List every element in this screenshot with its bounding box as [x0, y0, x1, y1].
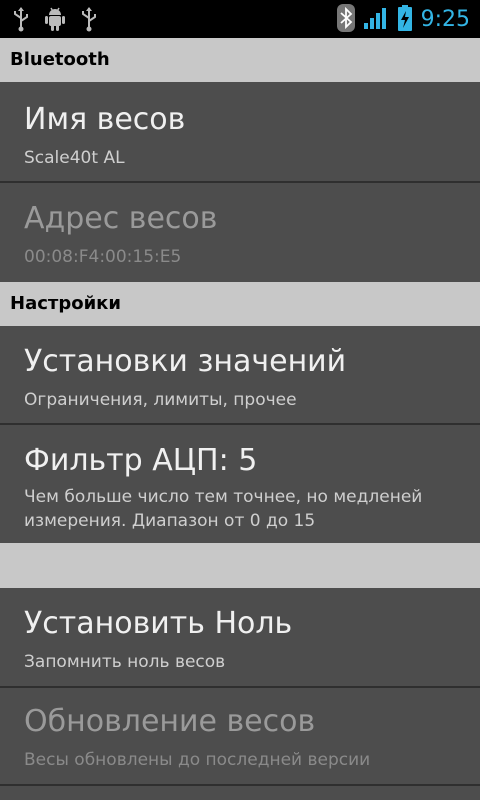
battery-charging-icon	[397, 4, 413, 36]
notification-icons	[12, 6, 98, 36]
pref-scale-name[interactable]: Имя весов Scale40t AL	[0, 82, 480, 182]
bluetooth-icon	[336, 4, 355, 36]
pref-set-zero[interactable]: Установить Ноль Запомнить ноль весов	[0, 588, 480, 686]
pref-title: Фильтр АЦП: 5	[24, 443, 258, 478]
pref-adc-filter[interactable]: Фильтр АЦП: 5 Чем больше число тем точне…	[0, 425, 480, 543]
pref-scale-address: Адрес весов 00:08:F4:00:15:E5	[0, 183, 480, 281]
android-debug-icon	[44, 6, 66, 36]
pref-title: Имя весов	[24, 102, 186, 137]
status-bar: 9:25	[0, 0, 480, 38]
pref-update-scale: Обновление весов Весы обновлены до после…	[0, 688, 480, 784]
system-icons: 9:25	[336, 4, 470, 36]
pref-value-settings[interactable]: Установки значений Ограничения, лимиты, …	[0, 326, 480, 424]
pref-summary: Весы обновлены до последней версии	[24, 750, 371, 770]
section-header-bluetooth: Bluetooth	[0, 38, 480, 82]
pref-summary: Scale40t AL	[24, 148, 125, 168]
pref-summary: Ограничения, лимиты, прочее	[24, 390, 297, 410]
pref-summary: Чем больше число тем точнее, но медленей…	[24, 487, 423, 531]
pref-title: Установки значений	[24, 344, 347, 379]
pref-summary: 00:08:F4:00:15:E5	[24, 247, 182, 267]
pref-title: Адрес весов	[24, 201, 218, 236]
section-header-settings: Настройки	[0, 282, 480, 326]
divider	[0, 784, 480, 786]
section-spacer	[0, 543, 480, 588]
usb-icon	[12, 6, 30, 36]
pref-title: Установить Ноль	[24, 606, 293, 641]
pref-title: Обновление весов	[24, 704, 316, 739]
usb-icon	[80, 6, 98, 36]
signal-icon	[363, 5, 389, 35]
clock: 9:25	[420, 7, 470, 32]
pref-summary: Запомнить ноль весов	[24, 652, 226, 672]
